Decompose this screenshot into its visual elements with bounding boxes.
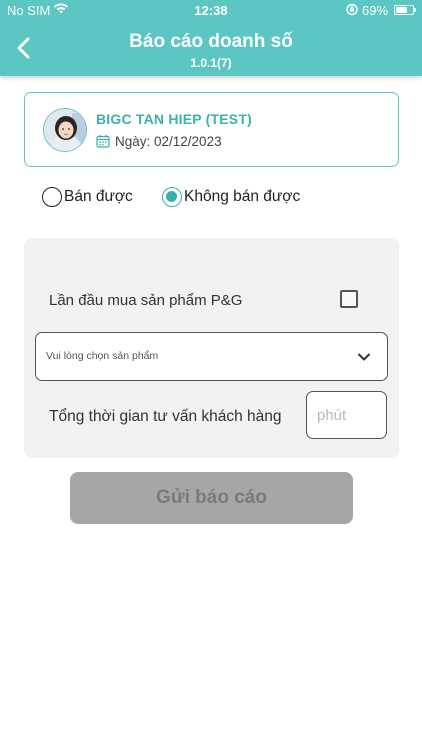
clock: 12:38	[194, 3, 228, 18]
radio-not-sold-label: Không bán được	[184, 188, 301, 205]
report-date: Ngày: 02/12/2023	[115, 134, 222, 149]
app-header: No SIM 12:38 69% Báo cáo doanh số 1.0.1(…	[0, 0, 422, 76]
battery-percent: 69%	[362, 3, 389, 18]
chevron-down-icon	[358, 353, 370, 361]
rotation-lock-icon	[346, 3, 358, 16]
avatar	[43, 108, 87, 152]
consult-minutes-input[interactable]	[306, 391, 387, 439]
app-version: 1.0.1(7)	[190, 56, 232, 70]
sale-status-radio-group: Bán được Không bán được	[42, 185, 342, 209]
battery-fill	[396, 7, 407, 13]
radio-circle[interactable]	[42, 187, 62, 207]
radio-sold-label: Bán được	[64, 188, 133, 205]
store-name: BIGC TAN HIEP (TEST)	[96, 111, 252, 127]
radio-not-sold[interactable]: Không bán được	[162, 185, 332, 209]
page-title: Báo cáo doanh số	[129, 31, 293, 52]
product-select[interactable]: Vui lòng chọn sản phẩm	[35, 332, 388, 381]
first-purchase-label: Lần đầu mua sản phẩm P&G	[49, 292, 243, 309]
calendar-icon	[96, 135, 110, 148]
first-purchase-checkbox[interactable]	[340, 290, 358, 308]
submit-report-button[interactable]: Gửi báo cáo	[70, 472, 353, 524]
store-card: BIGC TAN HIEP (TEST) Ngày: 02/12/2023	[24, 92, 399, 167]
radio-sold[interactable]: Bán được	[42, 185, 152, 209]
radio-circle[interactable]	[162, 187, 182, 207]
consult-time-label: Tổng thời gian tư vấn khách hàng	[49, 408, 282, 425]
status-bar: No SIM 12:38 69%	[0, 0, 422, 22]
battery-icon	[394, 5, 416, 15]
report-form-panel: Lần đầu mua sản phẩm P&G Vui lòng chọn s…	[24, 238, 399, 458]
product-select-placeholder: Vui lòng chọn sản phẩm	[46, 350, 159, 362]
